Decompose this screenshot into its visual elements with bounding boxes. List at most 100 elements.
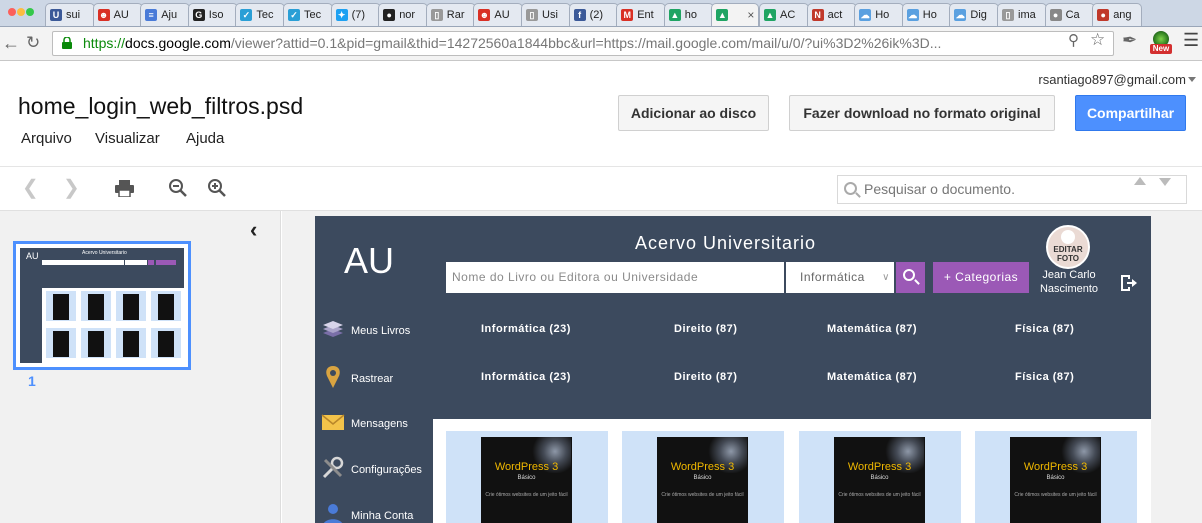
previous-page-icon[interactable]: ❮ [22, 177, 39, 199]
thumbnail-heading: Acervo Universitario [82, 250, 127, 256]
drive-icon: ▲ [668, 9, 681, 21]
browser-tab[interactable]: Nact [806, 3, 857, 26]
eyedropper-icon[interactable]: ✒ [1122, 30, 1137, 51]
browser-tab[interactable]: ▯ Rar [425, 3, 476, 26]
browser-tab[interactable]: ● Ca [1044, 3, 1095, 26]
category-matematica: Matemática (87) [827, 323, 918, 335]
book-tagline: Crie ótimos websites de um jeito fácil [661, 492, 744, 498]
browser-tab[interactable]: ☻ AU [92, 3, 143, 26]
tools-icon [322, 456, 344, 479]
menu-ajuda[interactable]: Ajuda [186, 130, 224, 147]
browser-tab[interactable]: ▲ ho [663, 3, 714, 26]
site-categories-button: + Categorias [933, 262, 1029, 293]
account-caret-icon[interactable] [1188, 77, 1196, 82]
browser-tab[interactable]: ● ang [1092, 3, 1143, 26]
collapse-panel-icon[interactable]: ‹ [250, 217, 257, 243]
browser-tab[interactable]: G Iso [187, 3, 238, 26]
add-to-drive-button[interactable]: Adicionar ao disco [618, 95, 769, 131]
thumbnail-page-number[interactable]: 1 [28, 373, 36, 389]
back-icon[interactable]: ← [2, 34, 20, 52]
search-icon [903, 269, 915, 281]
shield-icon: U [50, 9, 62, 21]
menu-icon[interactable]: ☰ [1183, 30, 1199, 51]
book-subtitle: Básico [517, 475, 536, 481]
category-direito: Direito (87) [674, 323, 738, 335]
browser-tab-label: Usi [542, 9, 558, 21]
menu-arquivo[interactable]: Arquivo [21, 130, 72, 147]
browser-tab-label: Ca [1065, 9, 1080, 21]
account-email[interactable]: rsantiago897@gmail.com [1038, 72, 1186, 87]
category-direito: Direito (87) [674, 371, 738, 383]
extension-new-icon[interactable]: New [1150, 31, 1172, 55]
book-tagline: Crie ótimos websites de um jeito fácil [485, 492, 568, 498]
reload-icon[interactable]: ↻ [26, 34, 40, 52]
share-button[interactable]: Compartilhar [1075, 95, 1186, 131]
browser-tab[interactable]: ☁ Ho [901, 3, 952, 26]
menu-visualizar[interactable]: Visualizar [95, 130, 160, 147]
book-title: WordPress 3 [1023, 461, 1088, 473]
document-viewer: AU Acervo Universitario Nome do Livro ou… [282, 211, 1202, 523]
category-informatica: Informática (23) [481, 371, 571, 383]
browser-tab[interactable]: ☁ Ho [854, 3, 905, 26]
book-card: WordPress 3 Básico Crie ótimos websites … [975, 431, 1137, 523]
zoom-in-icon[interactable] [207, 178, 227, 198]
browser-tab-label: AU [494, 9, 510, 21]
site-category-select-value: Informática [800, 270, 865, 284]
browser-tab[interactable]: ▲ × [711, 3, 760, 26]
browser-tab[interactable]: ✓ Tec [283, 3, 333, 26]
search-previous-icon[interactable] [1134, 177, 1146, 185]
zoom-icon[interactable]: ⚲ [1068, 31, 1079, 49]
book-title: WordPress 3 [670, 461, 735, 473]
address-bar[interactable]: https://docs.google.com/viewer?attid=0.1… [52, 31, 1114, 56]
github-icon: ● [383, 9, 396, 21]
page-thumbnail[interactable]: AU Acervo Universitario [13, 241, 191, 370]
browser-tab-label: act [827, 9, 843, 21]
zoom-out-icon[interactable] [168, 178, 188, 198]
browser-tab-label: Rar [446, 9, 465, 21]
browser-tab[interactable]: M Ent [616, 3, 667, 26]
n-icon: N [811, 9, 824, 21]
select-arrow-icon: ∨ [882, 272, 890, 283]
url-path: /viewer?attid=0.1&pid=gmail&thid=1427256… [230, 35, 942, 51]
new-badge: New [1150, 44, 1172, 54]
browser-tab[interactable]: ✓ Tec [235, 3, 286, 26]
site-menu-label: Configurações [351, 464, 422, 476]
browser-tab[interactable]: ▯ Usi [521, 3, 571, 26]
browser-tab[interactable]: ▲ AC [759, 3, 809, 26]
book-title: WordPress 3 [494, 461, 559, 473]
site-logo: AU [344, 240, 395, 281]
browser-tab-label: (7) [351, 9, 366, 21]
browser-tab-label: sui [66, 9, 81, 21]
cloud-icon: ☁ [954, 9, 967, 21]
window-controls-icon[interactable] [8, 8, 34, 18]
site-menu-rastrear: Rastrear [319, 366, 437, 389]
browser-tab-label: Iso [208, 9, 224, 21]
browser-tab[interactable]: ☁ Dig [949, 3, 1000, 26]
check-icon: ✓ [240, 9, 253, 21]
download-original-button[interactable]: Fazer download no formato original [789, 95, 1055, 131]
category-fisica: Física (87) [1015, 323, 1075, 335]
browser-tab[interactable]: Usui [45, 3, 95, 26]
search-next-icon[interactable] [1159, 178, 1171, 186]
browser-tab-label: Ho [922, 9, 937, 21]
browser-tab[interactable]: f (2) [568, 3, 619, 26]
browser-tab[interactable]: ✦ (7) [330, 3, 381, 26]
page-icon: ▯ [526, 9, 538, 21]
next-page-icon[interactable]: ❯ [63, 177, 80, 199]
site-menu-label: Rastrear [351, 373, 394, 385]
category-informatica: Informática (23) [481, 323, 571, 335]
close-tab-icon[interactable]: × [747, 4, 754, 26]
print-icon[interactable] [115, 180, 134, 197]
docs-icon: ≡ [145, 9, 158, 21]
bookmark-star-icon[interactable]: ☆ [1090, 30, 1105, 50]
envelope-icon [321, 414, 345, 430]
drive-icon: ▲ [716, 9, 729, 21]
url-host: docs.google.com [125, 35, 231, 51]
browser-tab[interactable]: ● nor [378, 3, 429, 26]
browser-tab[interactable]: ☻ AU [473, 3, 524, 26]
browser-tab[interactable]: ≡ Aju [140, 3, 191, 26]
check-icon: ✓ [288, 9, 300, 21]
browser-tab[interactable]: ▯ ima [997, 3, 1047, 26]
book-card: WordPress 3 Básico Crie ótimos websites … [799, 431, 961, 523]
browser-tab-strip: Usui ☻ AU ≡ Aju G Iso ✓ Tec ✓ Tec ✦ (7) ● nor ▯ Rar ☻ AU ▯ U… [0, 0, 1202, 27]
